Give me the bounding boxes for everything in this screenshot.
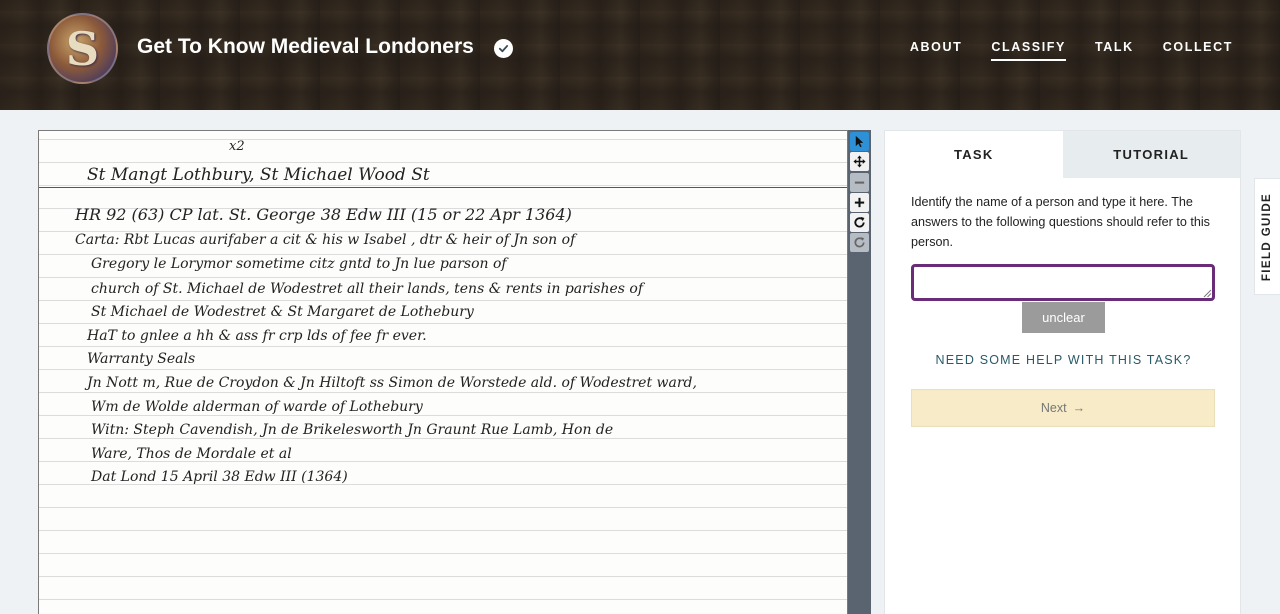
handwriting-line: Jn Nott m, Rue de Croydon & Jn Hiltoft s… <box>87 375 697 391</box>
project-title[interactable]: Get To Know Medieval Londoners <box>137 35 474 59</box>
move-tool-button[interactable] <box>850 152 869 171</box>
nav-about[interactable]: ABOUT <box>910 40 962 61</box>
handwriting-line: St Mangt Lothbury, St Michael Wood St <box>87 165 430 185</box>
project-header: S Get To Know Medieval Londoners ABOUT C… <box>0 0 1280 110</box>
nav-collect[interactable]: COLLECT <box>1163 40 1233 61</box>
pointer-tool-button[interactable] <box>850 132 869 151</box>
move-arrows-icon <box>853 155 866 168</box>
task-help-link[interactable]: NEED SOME HELP WITH THIS TASK? <box>885 353 1242 367</box>
task-tabs: TASK TUTORIAL <box>885 131 1240 178</box>
rotate-button[interactable] <box>850 213 869 232</box>
nav-classify[interactable]: CLASSIFY <box>991 40 1066 61</box>
tab-tutorial[interactable]: TUTORIAL <box>1062 131 1240 178</box>
handwriting-line: Ware, Thos de Mordale et al <box>91 446 292 462</box>
reset-view-button[interactable] <box>850 233 869 252</box>
task-instructions: Identify the name of a person and type i… <box>911 195 1210 249</box>
field-guide-label: FIELD GUIDE <box>1261 192 1274 281</box>
handwriting-line: Wm de Wolde alderman of warde of Lothebu… <box>91 399 423 415</box>
task-panel: TASK TUTORIAL Identify the name of a per… <box>884 130 1241 614</box>
unclear-button[interactable]: unclear <box>1022 302 1105 333</box>
nav-talk[interactable]: TALK <box>1095 40 1134 61</box>
minus-icon <box>854 181 865 184</box>
plus-icon <box>854 197 865 208</box>
handwriting-line: Dat Lond 15 April 38 Edw III (1364) <box>91 469 348 485</box>
handwriting-line: HaT to gnlee a hh & ass fr crp lds of fe… <box>87 328 427 344</box>
verified-check-icon <box>494 39 513 58</box>
handwriting-line: Witn: Steph Cavendish, Jn de Brikeleswor… <box>91 422 614 438</box>
next-label: Next <box>1040 401 1067 415</box>
arrow-right-icon: → <box>1072 401 1086 415</box>
subject-image-viewer[interactable]: x2 St Mangt Lothbury, St Michael Wood St… <box>38 130 848 614</box>
project-nav: ABOUT CLASSIFY TALK COLLECT <box>881 40 1233 61</box>
tab-task[interactable]: TASK <box>885 131 1063 178</box>
handwriting-line: Gregory le Lorymor sometime citz gntd to… <box>91 256 507 272</box>
handwriting-line: Carta: Rbt Lucas aurifaber a cit & his w… <box>75 232 576 248</box>
viewer-toolbar <box>848 130 871 614</box>
zoom-in-button[interactable] <box>850 193 869 212</box>
ruled-lines <box>39 131 847 614</box>
zoom-out-button[interactable] <box>850 173 869 192</box>
reset-icon <box>854 237 865 248</box>
next-button[interactable]: Next → <box>911 389 1215 427</box>
cursor-arrow-icon <box>855 135 864 148</box>
project-avatar[interactable]: S <box>47 13 118 84</box>
handwriting-line: HR 92 (63) CP lat. St. George 38 Edw III… <box>75 205 572 224</box>
index-card-header-line <box>39 187 847 188</box>
handwriting-line: St Michael de Wodestret & St Margaret de… <box>91 304 474 320</box>
handwriting-line: church of St. Michael de Wodestret all t… <box>91 281 644 297</box>
handwriting-line: x2 <box>229 139 245 154</box>
field-guide-tab[interactable]: FIELD GUIDE <box>1254 178 1280 295</box>
person-name-input[interactable] <box>911 264 1215 301</box>
rotate-icon <box>854 216 865 228</box>
handwriting-line: Warranty Seals <box>87 351 196 367</box>
avatar-letter: S <box>65 21 100 76</box>
